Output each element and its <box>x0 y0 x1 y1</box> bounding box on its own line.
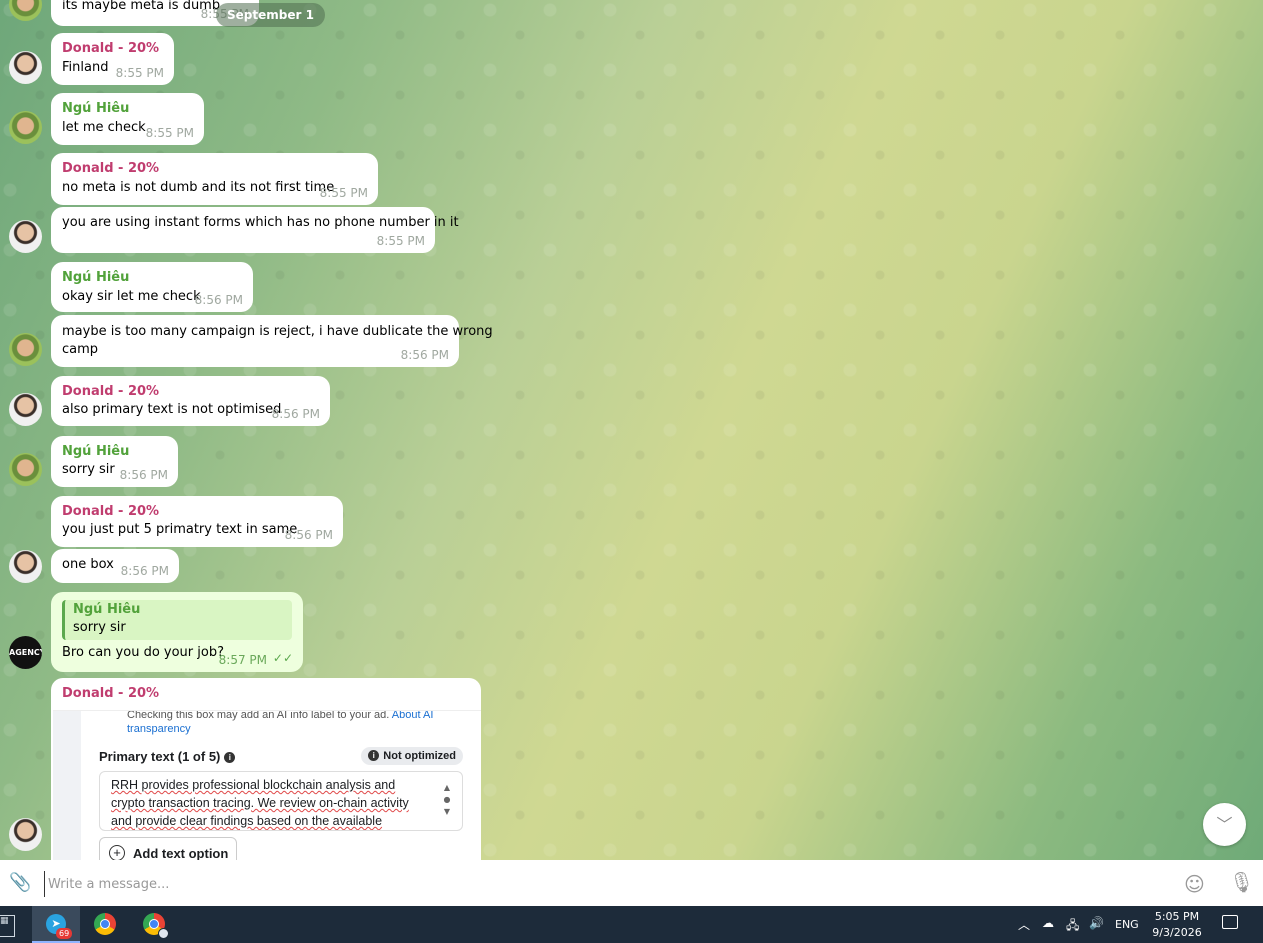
chat-area: its maybe meta is dumb 8:55 PM September… <box>0 0 1263 860</box>
profile-badge <box>158 928 169 939</box>
avatar[interactable] <box>9 333 42 366</box>
sender-name[interactable]: Ngú Hiêu <box>62 270 129 285</box>
system-clock[interactable]: 5:05 PM 9/3/2026 <box>1152 909 1202 941</box>
message-bubble[interactable]: Ngú Hiêu let me check 8:55 PM <box>51 93 204 145</box>
message-text: okay sir let me check <box>62 289 201 304</box>
message-text: you are using instant forms which has no… <box>62 215 459 230</box>
avatar[interactable]: AGENCY <box>9 636 42 669</box>
info-icon: i <box>224 752 236 763</box>
read-receipt-icon: ✓✓ <box>272 651 293 665</box>
message-time: 8:55 PM <box>145 126 194 140</box>
message-bubble[interactable]: you are using instant forms which has no… <box>51 207 459 253</box>
screenshot-sidebar <box>53 711 81 860</box>
status-badge: i Not optimized <box>361 747 463 765</box>
message-text: you just put 5 primatry text in same <box>62 522 298 537</box>
message-bubble[interactable]: one box 8:56 PM <box>51 549 179 583</box>
message-composer: 📎 ☺ 🎙 <box>0 860 1263 906</box>
language-indicator[interactable]: ENG <box>1115 918 1139 931</box>
sender-name[interactable]: Donald - 20% <box>62 384 159 399</box>
network-icon[interactable]: 🖧 <box>1066 916 1079 937</box>
speaker-icon[interactable]: 🔊 <box>1089 916 1104 930</box>
message-time: 8:56 PM <box>284 528 333 542</box>
message-time: 8:55 PM <box>115 66 164 80</box>
avatar[interactable] <box>9 0 42 21</box>
message-bubble[interactable]: Donald - 20% also primary text is not op… <box>51 376 330 426</box>
chrome-icon <box>94 913 116 935</box>
avatar[interactable] <box>9 51 42 84</box>
screenshot-link: transparency <box>127 723 191 735</box>
message-text: no meta is not dumb and its not first ti… <box>62 180 335 195</box>
message-bubble[interactable]: Ngú Hiêu okay sir let me check 8:56 PM <box>51 262 253 312</box>
message-time: 8:55 PM <box>376 234 425 248</box>
clock-time: 5:05 PM <box>1154 910 1200 923</box>
message-text: its maybe meta is dumb <box>62 0 221 13</box>
tray-arrow-icon[interactable]: ︿ <box>1018 916 1030 933</box>
taskbar-chrome-profile[interactable] <box>130 906 178 943</box>
taskbar-chrome[interactable] <box>81 906 129 943</box>
avatar[interactable] <box>9 453 42 486</box>
screenshot-add-button: + Add text option <box>99 837 237 860</box>
date-pill: September 1 <box>216 3 325 27</box>
outgoing-message-bubble[interactable]: Ngú Hiêu sorry sir Bro can you do your j… <box>51 592 303 672</box>
avatar[interactable] <box>9 550 42 583</box>
unread-badge: 69 <box>56 928 73 939</box>
screenshot-textarea: RRH provides professional blockchain ana… <box>99 771 463 831</box>
message-text: let me check <box>62 120 146 135</box>
clock-date: 9/3/2026 <box>1152 926 1202 939</box>
sender-name[interactable]: Ngú Hiêu <box>62 444 129 459</box>
reply-text: sorry sir <box>73 620 126 635</box>
screenshot-label: Primary text (1 of 5) i <box>99 749 236 764</box>
message-time: 8:55 PM <box>319 186 368 200</box>
message-time: 8:56 PM <box>194 293 243 307</box>
message-bubble[interactable]: Donald - 20% no meta is not dumb and its… <box>51 153 378 205</box>
cloud-icon[interactable]: ☁ <box>1042 916 1054 930</box>
sender-name[interactable]: Donald - 20% <box>62 41 159 56</box>
plus-icon: + <box>109 845 125 860</box>
message-time: 8:57 PM <box>218 653 267 667</box>
emoji-icon[interactable]: ☺ <box>1184 872 1205 896</box>
message-text: maybe is too many campaign is reject, i … <box>62 324 493 339</box>
sender-name[interactable]: Donald - 20% <box>62 504 159 519</box>
paperclip-icon[interactable]: 📎 <box>9 872 31 893</box>
screenshot-text: Checking this box may add an AI info lab… <box>127 710 434 721</box>
message-time: 8:56 PM <box>400 348 449 362</box>
message-text: Finland <box>62 60 109 75</box>
message-input[interactable] <box>44 871 1150 897</box>
message-text: one box <box>62 557 114 572</box>
message-time: 8:56 PM <box>119 468 168 482</box>
message-time: 8:56 PM <box>120 564 169 578</box>
reply-sender: Ngú Hiêu <box>73 602 141 617</box>
image-message-bubble[interactable]: Donald - 20% Checking this box may add a… <box>51 678 481 860</box>
calculator-icon[interactable]: ▦ <box>0 915 15 937</box>
message-bubble[interactable]: Donald - 20% you just put 5 primatry tex… <box>51 496 343 547</box>
reply-quote[interactable]: Ngú Hiêu sorry sir <box>62 600 292 640</box>
message-time: 8:56 PM <box>271 407 320 421</box>
message-text: camp <box>62 342 99 357</box>
avatar[interactable] <box>9 393 42 426</box>
avatar[interactable] <box>9 818 42 851</box>
chevron-down-icon: ﹀ <box>1216 815 1233 834</box>
sender-name[interactable]: Ngú Hiêu <box>62 101 129 116</box>
message-bubble[interactable]: maybe is too many campaign is reject, i … <box>51 315 493 367</box>
taskbar: ▦ ➤ 69 ︿ ☁ 🖧 🔊 ENG 5:05 PM 9/3/2026 <box>0 906 1263 943</box>
avatar[interactable] <box>9 220 42 253</box>
scroll-down-button[interactable]: ﹀ <box>1203 803 1246 846</box>
screenshot-image[interactable]: Checking this box may add an AI info lab… <box>53 710 481 860</box>
taskbar-telegram[interactable]: ➤ 69 <box>32 906 80 943</box>
avatar[interactable] <box>9 111 42 144</box>
message-bubble[interactable]: Donald - 20% Finland 8:55 PM <box>51 33 174 85</box>
info-icon: i <box>368 750 380 761</box>
sender-name[interactable]: Donald - 20% <box>62 161 159 176</box>
message-text: Bro can you do your job? <box>62 645 224 660</box>
microphone-icon[interactable]: 🎙 <box>1229 870 1254 894</box>
message-bubble[interactable]: Ngú Hiêu sorry sir 8:56 PM <box>51 436 178 487</box>
scrollbar-icon: ▲ ● ▼ <box>443 783 451 816</box>
message-text: also primary text is not optimised <box>62 402 282 417</box>
notification-icon[interactable] <box>1222 915 1238 929</box>
sender-name[interactable]: Donald - 20% <box>62 686 159 701</box>
message-text: sorry sir <box>62 462 115 477</box>
